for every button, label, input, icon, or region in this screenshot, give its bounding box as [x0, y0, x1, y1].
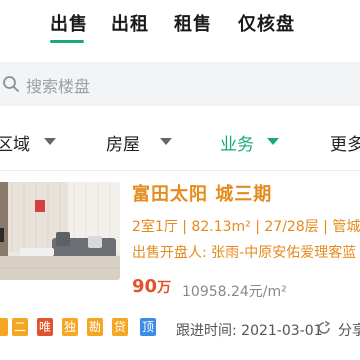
active-tab-indicator [50, 40, 84, 43]
unit-price: 10958.24元/m² [182, 284, 287, 300]
tag-badge: 唯 [37, 318, 53, 336]
tag-badge [0, 318, 8, 336]
tab-sale[interactable]: 出售 [50, 10, 88, 36]
listing-photo [0, 182, 120, 280]
tab-verified-only[interactable]: 仅核盘 [238, 10, 295, 36]
filter-business[interactable]: 业务 [220, 130, 254, 155]
price-unit: 万 [157, 280, 172, 296]
tab-rent[interactable]: 出租 [111, 10, 149, 36]
listing-price: 90万 [132, 276, 171, 297]
tag-badge: 顶 [140, 318, 156, 336]
listing-agent: 出售开盘人: 张雨-中原安佑爱理客蓝 [132, 245, 357, 261]
share-button[interactable]: 分享 [338, 320, 360, 340]
listing-tags-row: 二 唯 独 勘 贷 顶 跟进时间: 2021-03-01 分享 [0, 314, 360, 342]
listing-meta: 2室1厅 | 82.13m² | 27/28层 | 管城 [132, 219, 360, 235]
price-value: 90 [132, 276, 158, 297]
chevron-down-icon [44, 138, 56, 145]
follow-up-time: 跟进时间: 2021-03-01 [176, 323, 323, 339]
tag-badge: 贷 [112, 318, 128, 336]
tag-badge: 二 [12, 318, 28, 336]
tag-badge: 勘 [87, 318, 103, 336]
filter-house[interactable]: 房屋 [106, 130, 140, 155]
filter-bar: 区域 房屋 业务 更多 [0, 120, 360, 171]
listing-title[interactable]: 富田太阳 城三期 [132, 180, 272, 206]
search-input[interactable]: 搜索楼盘 [26, 73, 90, 97]
tab-rent-sale[interactable]: 租售 [174, 10, 212, 36]
chevron-down-icon [267, 138, 279, 145]
filter-area[interactable]: 区域 [0, 130, 30, 155]
listing-card[interactable]: 富田太阳 城三期 2室1厅 | 82.13m² | 27/28层 | 管城 出售… [0, 172, 360, 360]
filter-more[interactable]: 更多 [330, 130, 360, 155]
search-bar[interactable]: 搜索楼盘 [0, 62, 360, 106]
tag-badge: 独 [62, 318, 78, 336]
share-icon[interactable] [316, 320, 332, 336]
top-tabs: 出售 出租 租售 仅核盘 [0, 0, 360, 50]
chevron-down-icon [160, 138, 172, 145]
search-icon [3, 76, 19, 92]
